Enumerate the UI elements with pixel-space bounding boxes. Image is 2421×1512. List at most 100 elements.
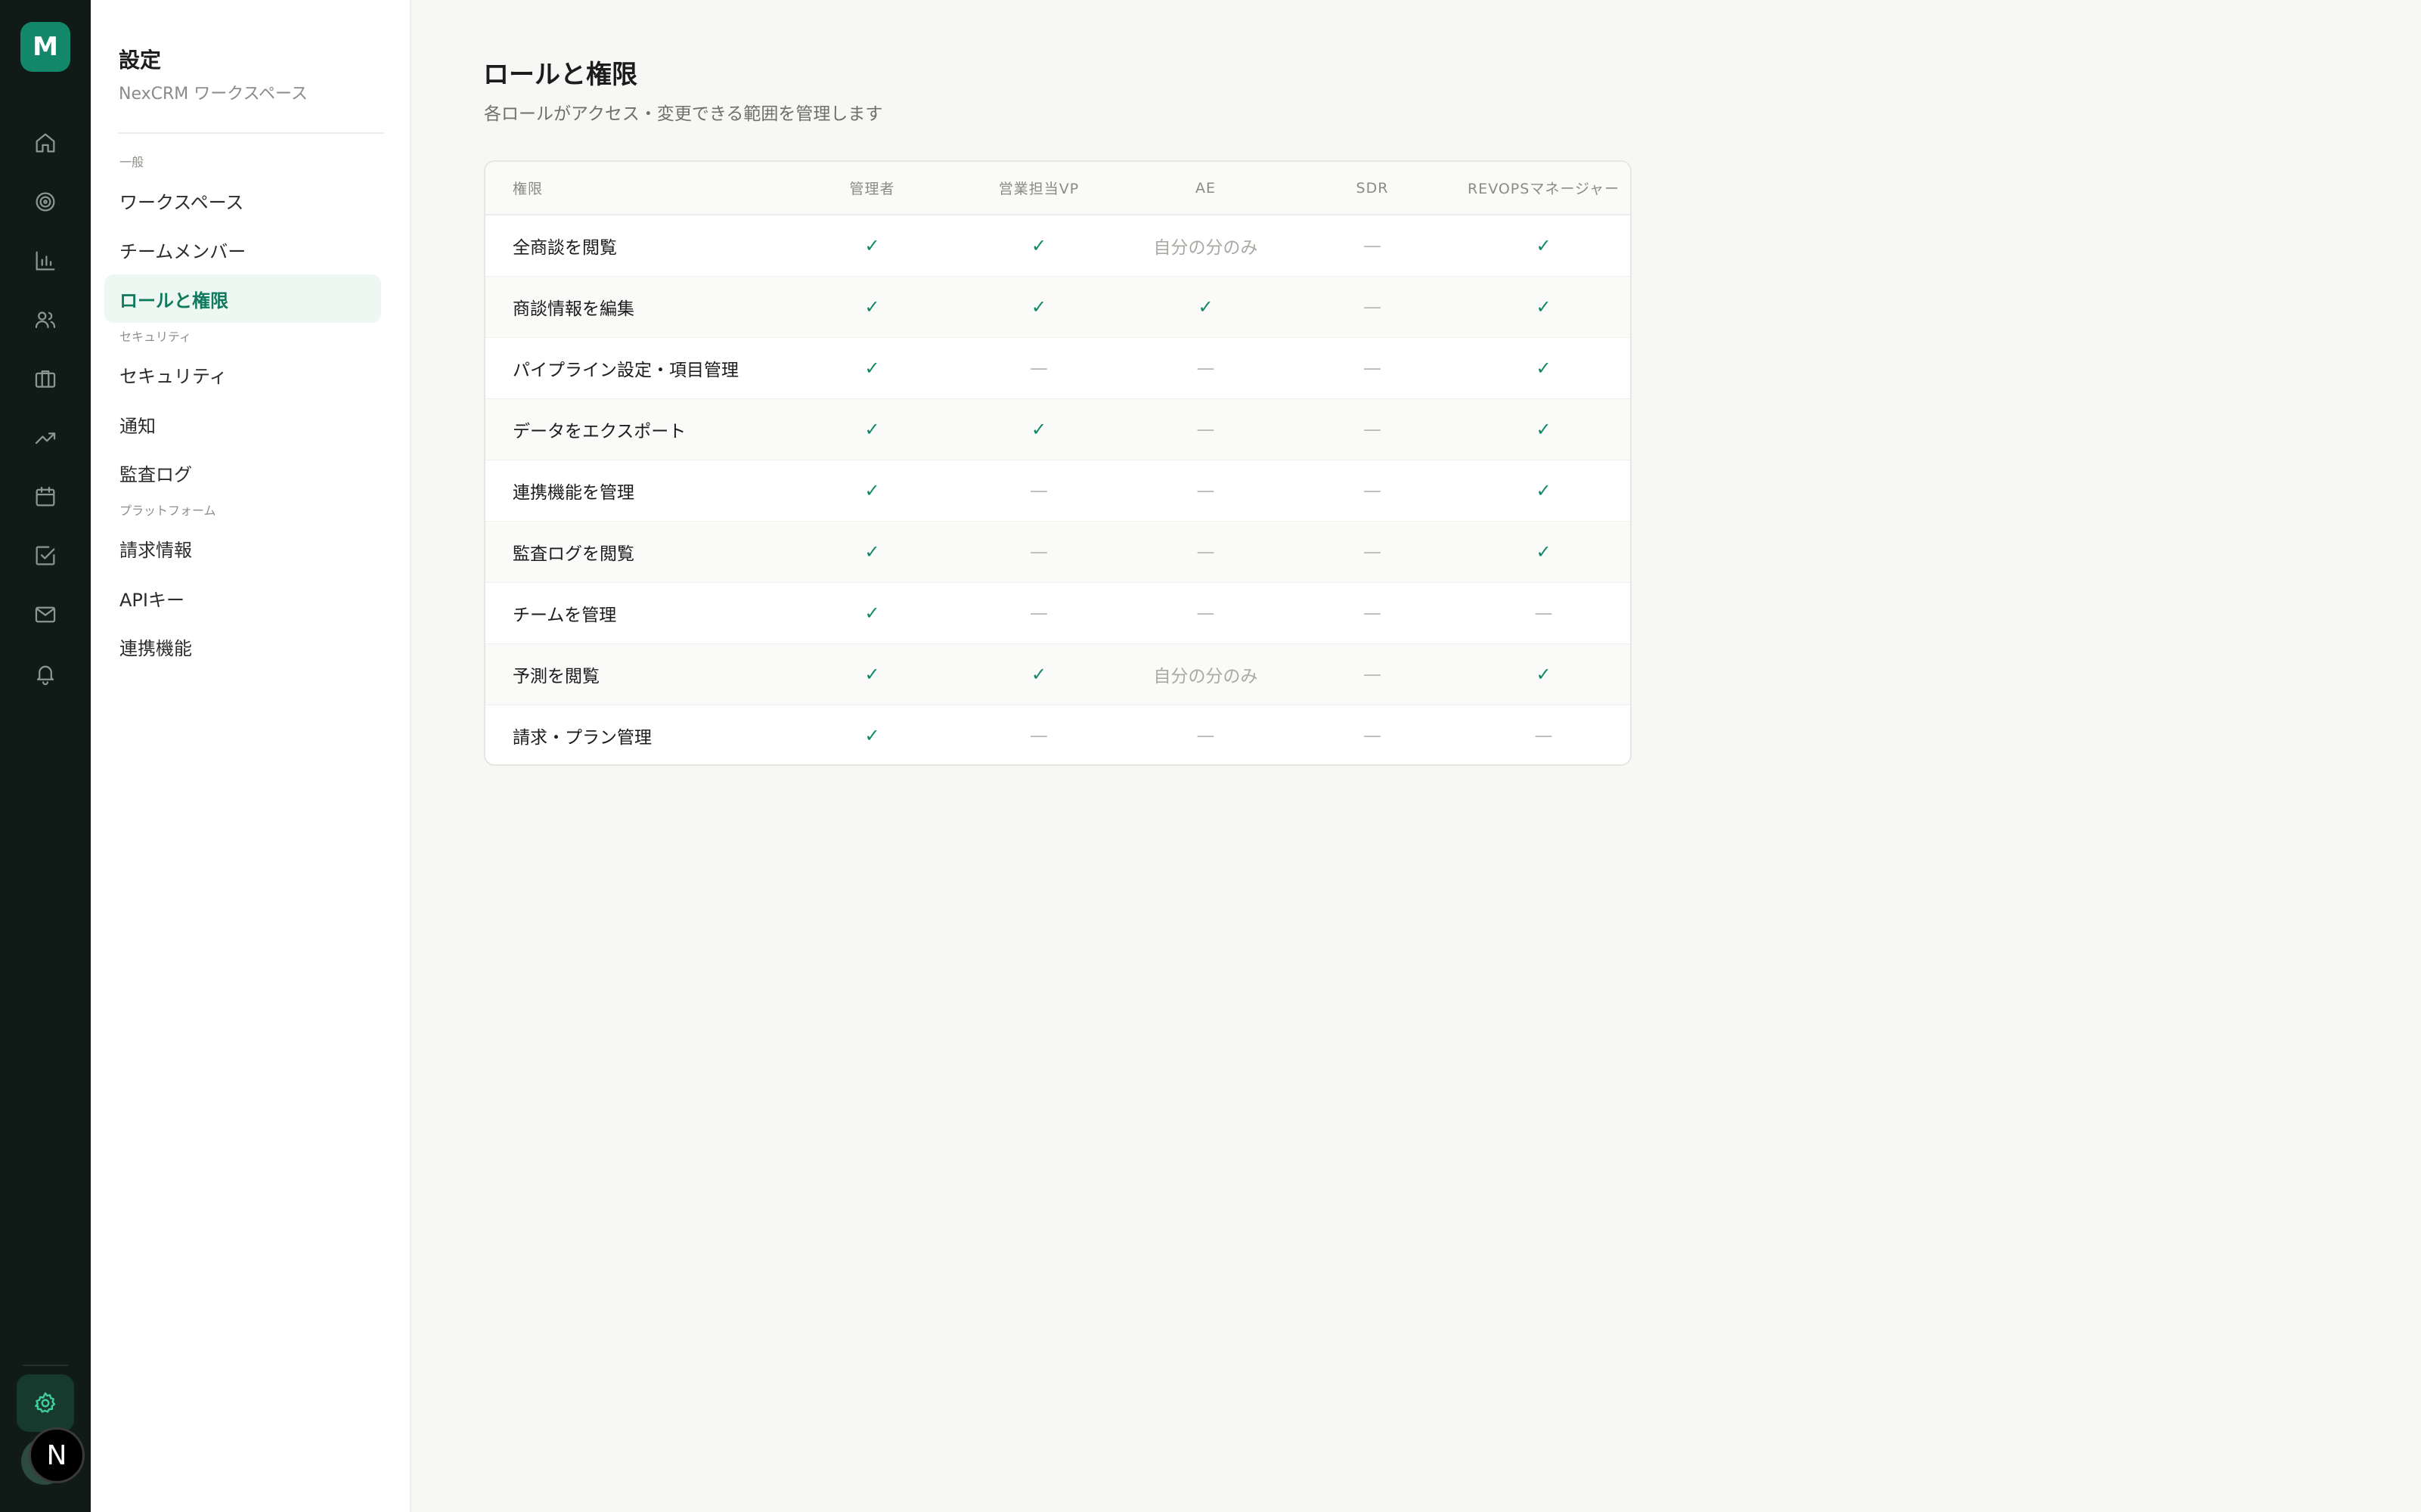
- check-icon: ✓: [1198, 296, 1214, 318]
- table-row: 商談情報を編集 ✓ ✓ ✓ — ✓: [485, 276, 1630, 337]
- nav-deals[interactable]: [0, 349, 91, 408]
- dash-icon: —: [1534, 724, 1553, 746]
- check-icon: ✓: [864, 296, 880, 318]
- check-icon: ✓: [1536, 234, 1551, 256]
- permission-cell: —: [1289, 705, 1455, 764]
- sidebar-item-api-keys[interactable]: APIキー: [104, 574, 381, 622]
- permission-cell: —: [1122, 460, 1289, 521]
- icon-rail: M N: [0, 0, 91, 1512]
- dash-icon: —: [1363, 479, 1381, 501]
- check-icon: ✓: [864, 418, 880, 440]
- permission-cell: ✓: [956, 276, 1122, 337]
- dash-icon: —: [1196, 357, 1215, 379]
- permission-cell: ✓: [1455, 460, 1630, 521]
- sidebar-item-notifications[interactable]: 通知: [104, 400, 381, 448]
- sidebar-item-audit-log[interactable]: 監査ログ: [104, 448, 381, 497]
- calendar-icon: [36, 486, 55, 507]
- check-icon: ✓: [864, 357, 880, 379]
- table-row: 監査ログを閲覧 ✓ — — — ✓: [485, 521, 1630, 582]
- mail-icon: [35, 606, 56, 623]
- permission-cell: ✓: [789, 337, 956, 398]
- user-avatar[interactable]: N: [29, 1427, 85, 1483]
- check-icon: ✓: [864, 541, 880, 562]
- permission-cell: ✓: [789, 705, 956, 764]
- table-body: 全商談を閲覧 ✓ ✓ 自分の分のみ — ✓ 商談情報を編集 ✓ ✓ ✓ — ✓ パイプライン設定・項目管…: [485, 215, 1630, 764]
- permission-cell: —: [956, 582, 1122, 643]
- check-icon: ✓: [1536, 418, 1551, 440]
- table-header-cell: 管理者: [789, 162, 956, 215]
- permission-cell: —: [1289, 276, 1455, 337]
- avatar-letter: N: [46, 1439, 67, 1471]
- table-row: データをエクスポート ✓ ✓ — — ✓: [485, 398, 1630, 460]
- permission-cell: ✓: [789, 398, 956, 460]
- check-icon: ✓: [1031, 663, 1047, 685]
- nav-settings[interactable]: [17, 1374, 74, 1432]
- permission-label: 全商談を閲覧: [513, 237, 617, 258]
- permission-label: 商談情報を編集: [513, 299, 634, 319]
- permission-cell: ✓: [789, 582, 956, 643]
- nav-home[interactable]: [0, 113, 91, 172]
- permission-cell: ✓: [956, 398, 1122, 460]
- permissions-table-card: 権限 管理者 営業担当VP AE SDR REVOPSマネージャー 全商談を閲覧 ✓ ✓ 自分の…: [484, 160, 1632, 766]
- check-icon: ✓: [1536, 541, 1551, 562]
- permission-cell: —: [1289, 398, 1455, 460]
- permission-label: 予測を閲覧: [513, 666, 600, 686]
- permission-cell: ✓: [789, 460, 956, 521]
- section-platform: プラットフォーム: [119, 503, 216, 518]
- nav-forecast[interactable]: [0, 408, 91, 467]
- sidebar-title: 設定: [119, 48, 162, 73]
- gear-icon: [35, 1392, 56, 1413]
- permission-cell: 自分の分のみ: [1122, 643, 1289, 705]
- nav-goals[interactable]: [0, 172, 91, 231]
- check-icon: ✓: [1031, 296, 1047, 318]
- permission-cell: ✓: [1455, 398, 1630, 460]
- section-security: セキュリティ: [119, 330, 192, 344]
- dash-icon: —: [1363, 663, 1381, 685]
- dash-icon: —: [1030, 541, 1048, 562]
- bar-chart-icon: [36, 251, 55, 271]
- sidebar-item-roles-permissions[interactable]: ロールと権限: [104, 274, 381, 323]
- check-square-icon: [36, 546, 55, 565]
- permission-cell: ✓: [789, 521, 956, 582]
- dash-icon: —: [1363, 602, 1381, 624]
- permission-cell: —: [1289, 460, 1455, 521]
- permission-cell: —: [1289, 582, 1455, 643]
- permission-cell: —: [1122, 521, 1289, 582]
- permission-label: チームを管理: [513, 605, 617, 625]
- nav-contacts[interactable]: [0, 290, 91, 349]
- nav-reports[interactable]: [0, 231, 91, 290]
- nav-notifications[interactable]: [0, 644, 91, 703]
- permission-cell: ✓: [956, 643, 1122, 705]
- permission-cell: 自分の分のみ: [1122, 215, 1289, 276]
- dash-icon: —: [1030, 357, 1048, 379]
- dash-icon: —: [1363, 296, 1381, 318]
- home-icon: [36, 133, 55, 153]
- sidebar-item-workspace[interactable]: ワークスペース: [104, 176, 381, 225]
- permission-cell: —: [1122, 398, 1289, 460]
- nav-tasks[interactable]: [0, 526, 91, 585]
- sidebar-item-integrations[interactable]: 連携機能: [104, 622, 381, 671]
- target-icon: [36, 192, 55, 212]
- sidebar-item-team-members[interactable]: チームメンバー: [104, 225, 381, 274]
- permission-cell: —: [1122, 582, 1289, 643]
- dash-icon: —: [1363, 418, 1381, 440]
- settings-sidebar: 設定 NexCRM ワークスペース 一般 ワークスペース チームメンバー ロール…: [91, 0, 411, 1512]
- dash-icon: —: [1030, 602, 1048, 624]
- permission-cell: ✓: [1455, 215, 1630, 276]
- check-icon: ✓: [1536, 479, 1551, 501]
- permission-label: 連携機能を管理: [513, 482, 634, 503]
- table-header-cell: SDR: [1289, 162, 1455, 215]
- table-header-cell: REVOPSマネージャー: [1455, 162, 1630, 215]
- permission-label: データをエクスポート: [513, 421, 687, 442]
- permission-cell: ✓: [1455, 643, 1630, 705]
- check-icon: ✓: [864, 724, 880, 746]
- table-row: 請求・プラン管理 ✓ — — — —: [485, 705, 1630, 764]
- permission-cell: ✓: [789, 215, 956, 276]
- sidebar-item-billing[interactable]: 請求情報: [104, 524, 381, 572]
- app-logo[interactable]: M: [20, 22, 70, 72]
- dash-icon: —: [1030, 724, 1048, 746]
- nav-calendar[interactable]: [0, 467, 91, 526]
- sidebar-item-security[interactable]: セキュリティ: [104, 350, 381, 398]
- permission-label: パイプライン設定・項目管理: [513, 360, 739, 380]
- nav-mail[interactable]: [0, 585, 91, 644]
